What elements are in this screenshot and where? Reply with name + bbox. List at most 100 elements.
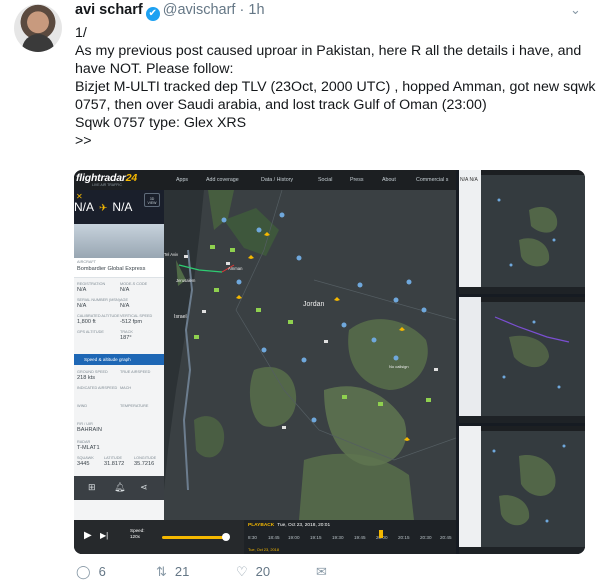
field-value: 1,800 ft [77,319,96,325]
playback-date: Tue, Oct 23, 2018 [248,547,279,552]
mach-label: MACH [120,386,132,390]
ground-speed-value: 218 kts [77,375,96,381]
plane-icon: ✈ [99,203,108,214]
playback-speed: Speed: 120x [130,528,145,539]
panel-header: ✕ N/A ✈ N/A 3D VIEW [74,190,164,224]
thumbnail-map [494,316,570,389]
map-svg: Jordan Amman Tel Aviv Jerusalem Israel N… [164,190,456,520]
indicated-airspeed-label: INDICATED AIRSPEED [77,386,118,390]
field-label: REGISTRATION [77,282,106,286]
tweet-media[interactable]: flightradar24 LIVE AIR TRAFFIC Apps Add … [74,170,585,554]
field-label: CALIBRATED ALTITUDE [77,314,120,318]
media-thumbnail[interactable] [459,297,585,423]
tweet-line: Sqwk 0757 type: Glex XRS [75,115,247,131]
envelope-icon: ✉ [316,564,327,579]
map-label-israel: Israel [174,314,187,320]
timeline-tick: 20:15 [398,535,410,540]
chevron-down-icon[interactable]: ⌄ [570,2,581,18]
share-icon[interactable]: ⋖ [140,482,148,493]
squawk-value: 3445 [77,461,90,467]
reply-icon: ◯ [76,564,91,579]
tweet-actions: ◯ 6 ⇅ 21 ♡ 20 ✉ [76,564,496,580]
thumbnail-map [497,198,558,267]
timeline-tick: 19:45 [354,535,366,540]
playback-bar: ▶ ▶| Speed: 120x PLAYBACK Tue, Oct 23, 201… [74,520,456,554]
reply-count: 6 [98,564,106,579]
tweet-line: Bizjet M-ULTI tracked dep TLV (23Oct, 20… [75,79,596,95]
tweet-card: avi scharf ✔ @avischarf · 1h ⌄ 1/ As my pr… [0,0,600,580]
map-label-amman: Amman [228,266,243,271]
timeline-tick: 20:30 [420,535,432,540]
separator-dot: · [239,2,245,18]
media-thumbnail[interactable] [459,426,585,554]
menu-about: About [382,177,396,183]
menu-commercial: Commercial s [416,177,449,183]
radar-value: T-MLAT1 [77,445,100,451]
like-button[interactable]: ♡ 20 [236,564,270,580]
timeline-tick: 20:45 [440,535,452,540]
menu-data-history: Data / History [261,177,294,183]
ground-speed-label: GROUND SPEED [77,370,108,374]
like-count: 20 [255,564,271,579]
destination-code: N/A [112,200,133,214]
retweet-button[interactable]: ⇅ 21 [156,564,189,580]
playback-speed-slider[interactable] [162,536,224,539]
bell-icon[interactable]: 🔔︎ [114,482,125,493]
field-label: VERTICAL SPEED [120,314,153,318]
avatar[interactable] [14,4,62,52]
map-view: Jordan Amman Tel Aviv Jerusalem Israel N… [164,190,456,520]
verified-badge-icon: ✔ [145,7,160,21]
field-value: -512 fpm [120,319,143,325]
timeline-tick: 19:15 [310,535,322,540]
retweet-count: 21 [174,564,190,579]
menu-social: Social [318,177,333,183]
tweet-line[interactable]: >> [75,132,585,150]
timeline-tick: 19:00 [288,535,300,540]
tweet-line: 0757, then over Saudi arabia, and lost t… [75,97,487,113]
author-name[interactable]: avi scharf [75,2,143,18]
tweet-time[interactable]: 1h [248,2,264,18]
message-button[interactable]: ✉ [316,564,335,580]
map-label-jordan: Jordan [303,301,325,308]
timeline-cursor[interactable] [379,530,383,538]
aircraft-photo [74,224,164,258]
timeline-tick: 19:30 [332,535,344,540]
heart-icon: ♡ [236,564,248,579]
timeline-tick: 8:30 [248,535,257,540]
field-label: TRACK [120,330,133,334]
field-value: N/A [77,287,87,293]
route-codes: N/A ✈ N/A [74,200,132,214]
reply-button[interactable]: ◯ 6 [76,564,106,580]
timeline[interactable]: 8:30 18:45 19:00 19:15 19:30 19:45 20:00… [246,535,456,547]
aircraft-row: AIRCRAFT Bombardier Global Express [74,258,164,278]
fir-label: FIR / UIR [77,422,93,426]
view-3d-button[interactable]: 3D VIEW [144,193,160,207]
author-handle[interactable]: @avischarf [163,2,236,18]
skip-forward-icon[interactable]: ▶| [100,531,108,540]
latitude-label: LATITUDE [104,456,123,460]
aircraft-type: Bombardier Global Express [77,266,146,272]
longitude-value: 35.7216 [134,461,155,467]
field-label: MODE-S CODE [120,282,148,286]
tweet-text: 1/ As my previous post caused uproar in … [75,24,596,150]
fr24-screenshot[interactable]: flightradar24 LIVE AIR TRAFFIC Apps Add … [74,170,456,554]
speed-altitude-graph-button[interactable]: Speed & altitude graph [74,354,164,365]
true-airspeed-label: TRUE AIRSPEED [120,370,151,374]
media-thumbnail[interactable]: N/A N/A [459,170,585,294]
retweet-icon: ⇅ [156,564,167,579]
field-label: SERIAL NUMBER (MSN) [77,298,120,302]
aircraft-label: AIRCRAFT [77,260,96,264]
field-value: N/A [120,303,130,309]
map-label-jerusalem: Jerusalem [176,278,196,283]
thumbnail-map [492,444,566,526]
play-icon[interactable]: ▶ [84,530,92,541]
slider-handle[interactable] [222,533,230,541]
field-value: N/A [77,303,87,309]
field-value: 187° [120,335,132,341]
squawk-label: SQUAWK [77,456,94,460]
tweet-header: avi scharf ✔ @avischarf · 1h [75,2,265,21]
menu-add-coverage: Add coverage [206,177,239,183]
grid-icon[interactable]: ⊞ [88,482,96,493]
fr24-tagline: LIVE AIR TRAFFIC [92,183,122,187]
field-label: GPS ALTITUDE [77,330,104,334]
